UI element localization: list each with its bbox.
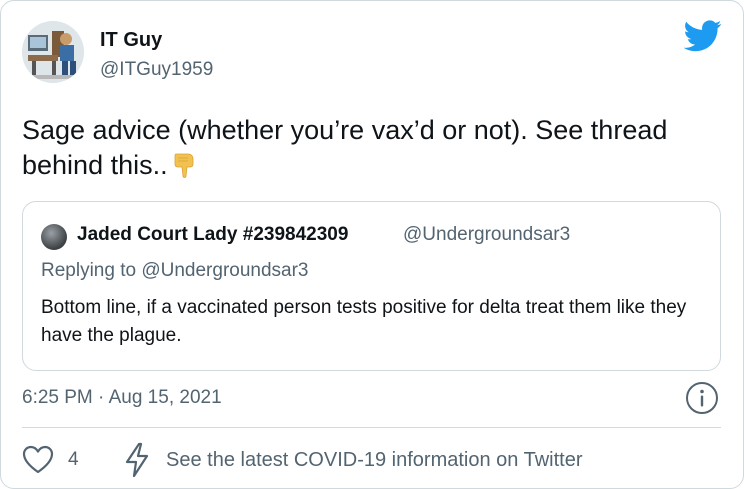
info-icon[interactable]: [685, 381, 719, 415]
author-handle[interactable]: @ITGuy1959: [100, 59, 213, 81]
quoted-replying-to: Replying to @Undergroundsar3: [41, 260, 309, 281]
heart-icon[interactable]: [22, 445, 54, 475]
tweet-text-content: Sage advice (whether you’re vax’d or not…: [22, 115, 668, 180]
covid-info-link[interactable]: See the latest COVID-19 information on T…: [166, 449, 583, 472]
twitter-bird-icon[interactable]: [683, 19, 722, 53]
tweet-timestamp[interactable]: 6:25 PM · Aug 15, 2021: [22, 387, 222, 409]
quoted-tweet-text: Bottom line, if a vaccinated person test…: [41, 297, 687, 346]
author-avatar[interactable]: [22, 21, 84, 83]
quoted-author-handle: @Undergroundsar3: [403, 224, 571, 245]
pointing-down-emoji-icon: [170, 150, 200, 180]
like-count[interactable]: 4: [68, 449, 79, 471]
divider: [22, 427, 721, 428]
tweet-card: IT Guy @ITGuy1959 Sage advice (whether y…: [0, 0, 744, 489]
lightning-bolt-icon[interactable]: [123, 442, 151, 478]
author-name[interactable]: IT Guy: [100, 29, 162, 52]
quoted-author-avatar[interactable]: [41, 224, 67, 250]
quoted-tweet[interactable]: Jaded Court Lady #239842309 @Underground…: [22, 201, 721, 371]
tweet-text: Sage advice (whether you’re vax’d or not…: [22, 113, 712, 183]
quoted-author-name: Jaded Court Lady #239842309: [77, 224, 349, 245]
